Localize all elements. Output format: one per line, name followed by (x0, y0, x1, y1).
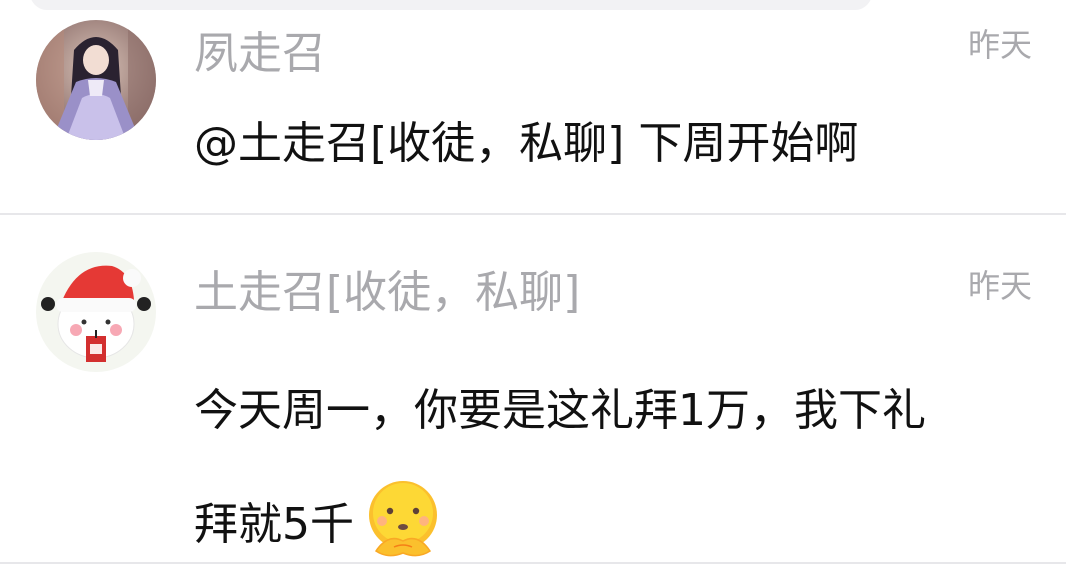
comment-text-fragment: 拜就5千 (194, 499, 354, 550)
thinking-face-emoji-icon (360, 475, 446, 561)
comment-list-page: 夙走召 昨天 @土走召[收徒，私聊] 下周开始啊 土走召[收徒，私聊] 昨天 今… (0, 0, 1066, 581)
comment-timestamp: 昨天 (967, 267, 1032, 305)
divider (0, 562, 1066, 564)
comment-text-line: 今天周一，你要是这礼拜1万，我下礼 (194, 385, 926, 436)
santa-hat-cartoon-avatar-icon (36, 252, 156, 372)
comment-text-line: 拜就5千 (194, 468, 1024, 581)
comment-text: @土走召[收徒，私聊] 下周开始啊 (194, 118, 859, 169)
girl-in-lavender-dress-avatar-icon (36, 20, 156, 140)
comment-username[interactable]: 夙走召 (194, 26, 326, 82)
comment-item[interactable]: 土走召[收徒，私聊] 昨天 今天周一，你要是这礼拜1万，我下礼 拜就5千 (0, 214, 1066, 581)
avatar[interactable] (36, 20, 156, 140)
comment-username[interactable]: 土走召[收徒，私聊] (194, 265, 580, 321)
comment-text: 今天周一，你要是这礼拜1万，我下礼 拜就5千 (194, 354, 1024, 581)
avatar[interactable] (36, 252, 156, 372)
comment-timestamp: 昨天 (967, 26, 1032, 64)
comment-item[interactable]: 夙走召 昨天 @土走召[收徒，私聊] 下周开始啊 (0, 0, 1066, 214)
